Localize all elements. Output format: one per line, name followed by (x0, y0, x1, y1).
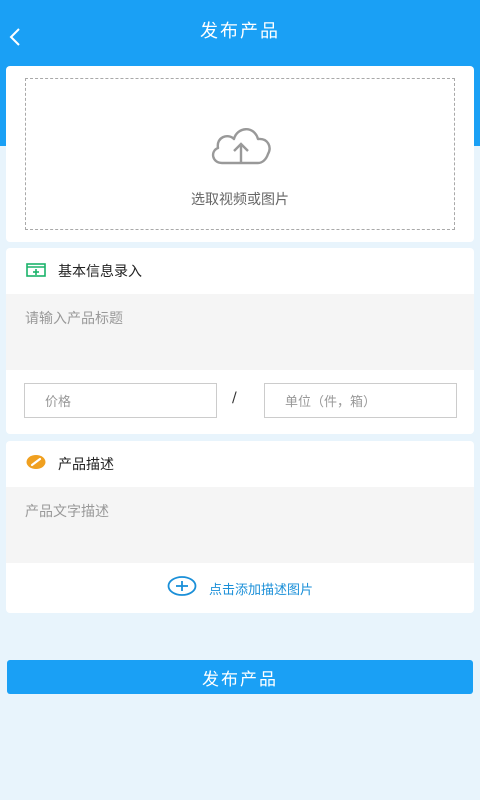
basic-info-title: 基本信息录入 (58, 264, 142, 280)
media-upload-area[interactable]: 选取视频或图片 (25, 78, 455, 230)
description-card: 产品描述 产品文字描述 点击添加描述图片 (6, 441, 474, 613)
description-text-input[interactable]: 产品文字描述 (6, 487, 474, 563)
upload-label: 选取视频或图片 (191, 192, 289, 208)
back-icon[interactable] (6, 26, 26, 48)
add-description-image-button[interactable]: 点击添加描述图片 (6, 563, 474, 613)
cloud-upload-icon (208, 119, 274, 169)
info-form-icon (26, 262, 46, 281)
add-description-image-label: 点击添加描述图片 (208, 582, 313, 598)
price-input[interactable]: 价格 (24, 383, 217, 418)
description-header: 产品描述 (6, 441, 474, 487)
publish-product-button[interactable]: 发布产品 (7, 660, 473, 694)
basic-info-header: 基本信息录入 (6, 248, 474, 294)
price-unit-separator: / (232, 390, 237, 406)
publish-button-label: 发布产品 (202, 669, 278, 690)
page-title: 发布产品 (200, 21, 280, 42)
media-upload-card: 选取视频或图片 (6, 66, 474, 242)
basic-info-card: 基本信息录入 请输入产品标题 价格 / 单位（件，箱） (6, 248, 474, 434)
product-title-input[interactable]: 请输入产品标题 (6, 294, 474, 370)
add-circle-icon (167, 576, 197, 600)
app-header: 发布产品 (0, 0, 480, 66)
unit-input[interactable]: 单位（件，箱） (264, 383, 457, 418)
description-title: 产品描述 (58, 457, 114, 473)
pencil-icon (26, 454, 46, 474)
